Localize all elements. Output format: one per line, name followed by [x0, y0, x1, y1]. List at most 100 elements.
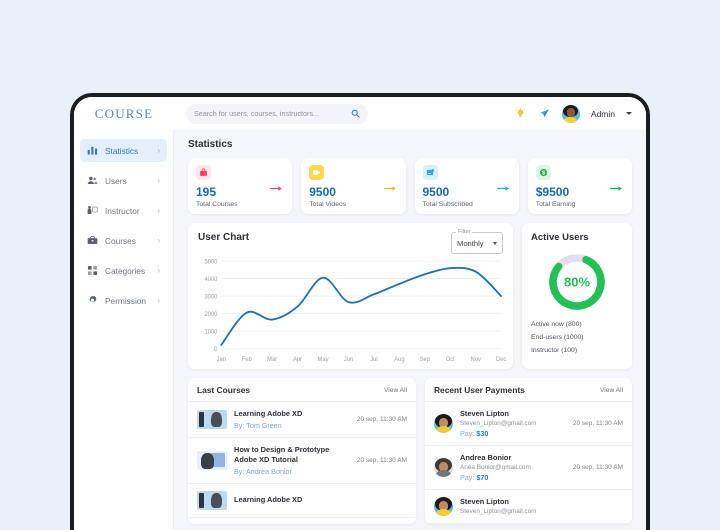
screenshot-root: COURSE — [0, 0, 720, 530]
sidebar-item-courses[interactable]: Courses › — [80, 229, 167, 252]
sidebar-item-users[interactable]: Users › — [80, 169, 167, 192]
pay-amount: $30 — [476, 429, 488, 438]
briefcase-icon — [87, 235, 98, 246]
lightbulb-icon[interactable] — [514, 107, 527, 120]
svg-text:1000: 1000 — [204, 329, 218, 335]
bottom-lists-row: Last Courses View All Learning Adobe XD … — [188, 378, 632, 524]
main-content: Statistics 195 Total Courses — [174, 130, 646, 530]
svg-text:Jun: Jun — [344, 357, 353, 363]
avatar-body — [564, 117, 577, 123]
payment-user-email: Anea Bonior@gmail.com — [460, 464, 566, 471]
chevron-down-icon[interactable] — [626, 112, 632, 115]
sidebar-item-permission[interactable]: Permission › — [80, 289, 167, 312]
chevron-right-icon: › — [157, 266, 160, 275]
chevron-down-icon[interactable] — [493, 242, 497, 245]
active-users-legend-item: Active now (800) — [531, 321, 623, 328]
svg-text:Jan: Jan — [217, 357, 226, 363]
arrow-right-icon[interactable] — [497, 184, 510, 196]
chevron-right-icon: › — [157, 176, 160, 185]
payment-time: 20 sep, 11:30 AM — [573, 420, 623, 427]
svg-text:0: 0 — [214, 347, 218, 353]
dollar-icon: $ — [536, 165, 551, 180]
active-users-title: Active Users — [531, 232, 623, 243]
bar-chart-icon — [87, 145, 98, 156]
list-item[interactable]: Learning Adobe XD By: Tom Green 20 sep, … — [188, 402, 416, 438]
svg-text:Apr: Apr — [293, 357, 302, 363]
video-icon — [309, 165, 324, 180]
svg-text:Sep: Sep — [420, 357, 431, 363]
svg-text:Jul: Jul — [370, 357, 377, 363]
stat-label: Total Subscribed — [423, 201, 511, 208]
user-chart-title: User Chart — [198, 232, 249, 243]
svg-text:Aug: Aug — [394, 357, 404, 363]
arrow-right-icon[interactable] — [270, 184, 283, 196]
active-users-legend-item: End-users (1000) — [531, 334, 623, 341]
list-item[interactable]: Learning Adobe XD — [188, 484, 416, 518]
donut-svg: 80% — [544, 249, 610, 315]
gear-icon — [87, 295, 98, 306]
payment-user-name: Andrea Bonior — [460, 453, 566, 463]
list-item[interactable]: Andrea Bonior Anea Bonior@gmail.com Pay:… — [425, 446, 632, 490]
pay-label: Pay: — [460, 473, 474, 482]
filter-select[interactable]: Filter Monthly — [451, 232, 503, 254]
stat-card-total-videos[interactable]: 9500 Total Videos — [301, 158, 405, 214]
svg-text:$: $ — [542, 170, 545, 176]
search-bar[interactable] — [186, 104, 368, 124]
arrow-right-icon[interactable] — [610, 184, 623, 196]
search-icon[interactable] — [351, 109, 360, 118]
user-avatar — [434, 497, 453, 516]
user-chart-card: User Chart Filter Monthly 01000200030004… — [188, 223, 513, 369]
stat-label: Total Videos — [309, 201, 397, 208]
search-input[interactable] — [194, 109, 351, 118]
sidebar-item-statistics[interactable]: Statistics › — [80, 139, 167, 162]
user-chart-header: User Chart Filter Monthly — [198, 232, 503, 254]
list-item[interactable]: Steven Lipton Steven_Lipton@gmail.com — [425, 490, 632, 524]
course-thumbnail — [197, 491, 227, 510]
users-icon — [87, 175, 98, 186]
thumb-bar — [199, 493, 204, 508]
avatar-body — [436, 470, 451, 477]
view-all-link[interactable]: View All — [384, 387, 407, 394]
sidebar-item-categories[interactable]: Categories › — [80, 259, 167, 282]
list-item-meta: Steven Lipton Steven_Lipton@gmail.com — [460, 497, 616, 515]
admin-label[interactable]: Admin — [591, 109, 615, 119]
paper-plane-icon[interactable] — [538, 107, 551, 120]
subscribe-icon — [423, 165, 438, 180]
arrow-right-icon[interactable] — [384, 184, 397, 196]
sidebar: Statistics › Users › Instructor › — [74, 130, 174, 530]
svg-text:5000: 5000 — [204, 260, 218, 266]
avatar-face — [567, 108, 575, 117]
sidebar-item-instructor[interactable]: Instructor › — [80, 199, 167, 222]
stat-card-total-earning[interactable]: $ $9500 Total Earning — [528, 158, 632, 214]
stat-card-total-subscribed[interactable]: 9500 Total Subscribed — [415, 158, 519, 214]
recent-payments-card: Recent User Payments View All Steven Lip… — [425, 378, 632, 524]
svg-text:Nov: Nov — [471, 357, 481, 363]
payment-user-email: Steven_Lipton@gmail.com — [460, 420, 566, 427]
list-item[interactable]: Steven Lipton Steven_Lipton@gmail.com Pa… — [425, 402, 632, 446]
svg-text:Mar: Mar — [267, 357, 277, 363]
course-name: Learning Adobe XD — [234, 495, 400, 505]
app-logo[interactable]: COURSE — [74, 106, 174, 122]
sidebar-item-label: Categories — [105, 266, 150, 276]
avatar[interactable] — [562, 105, 580, 123]
list-item-meta: Learning Adobe XD By: Tom Green — [234, 409, 350, 430]
pay-amount: $70 — [476, 473, 488, 482]
course-name: How to Design & Prototype Adobe XD Tutor… — [234, 445, 350, 465]
list-item-meta: Steven Lipton Steven_Lipton@gmail.com Pa… — [460, 409, 566, 438]
svg-text:4000: 4000 — [204, 277, 218, 283]
last-courses-card: Last Courses View All Learning Adobe XD … — [188, 378, 416, 524]
active-users-card: Active Users 80% Active now (800) End-us… — [522, 223, 632, 369]
page-title: Statistics — [188, 139, 632, 150]
payment-amount-row: Pay: $30 — [460, 429, 566, 438]
view-all-link[interactable]: View All — [600, 387, 623, 394]
last-courses-header: Last Courses View All — [188, 378, 416, 402]
payment-user-name: Steven Lipton — [460, 409, 566, 419]
list-item[interactable]: How to Design & Prototype Adobe XD Tutor… — [188, 438, 416, 484]
thumb-face — [211, 493, 222, 508]
list-item-meta: Andrea Bonior Anea Bonior@gmail.com Pay:… — [460, 453, 566, 482]
stat-card-total-courses[interactable]: 195 Total Courses — [188, 158, 292, 214]
chevron-right-icon: › — [157, 206, 160, 215]
pay-label: Pay: — [460, 429, 474, 438]
filter-value: Monthly — [457, 239, 484, 248]
top-bar-actions: Admin — [514, 105, 646, 123]
